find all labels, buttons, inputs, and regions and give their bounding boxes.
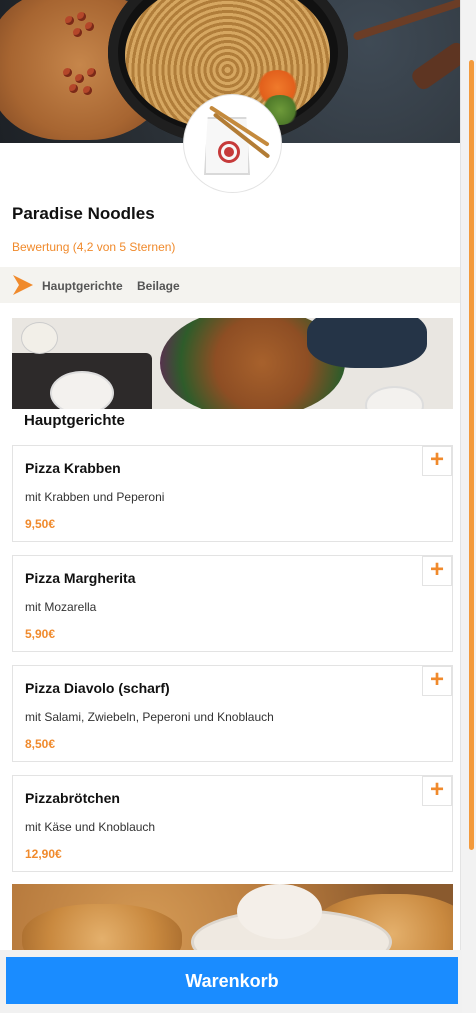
bowl xyxy=(367,388,422,409)
menu-item-price: 12,90€ xyxy=(25,847,62,861)
menu-item-description: mit Mozarella xyxy=(25,600,97,614)
menu-item-description: mit Käse und Knoblauch xyxy=(25,820,156,834)
add-to-cart-button[interactable]: + xyxy=(422,666,452,696)
twig-decoration xyxy=(409,39,462,93)
arrow-right-icon[interactable] xyxy=(12,274,34,296)
restaurant-logo xyxy=(184,95,281,192)
menu-item-name: Pizza Krabben xyxy=(25,460,121,476)
restaurant-rating[interactable]: Bewertung (4,2 von 5 Sternen) xyxy=(12,240,175,254)
sauce-dish xyxy=(307,318,427,368)
scrollbar-thumb[interactable] xyxy=(469,60,474,850)
section-title: Hauptgerichte xyxy=(24,412,125,429)
add-to-cart-button[interactable]: + xyxy=(422,776,452,806)
cart-button[interactable]: Warenkorb xyxy=(6,957,458,1004)
garlic xyxy=(22,323,57,353)
restaurant-name: Paradise Noodles xyxy=(12,204,155,223)
section-banner-image xyxy=(12,318,453,409)
bowl xyxy=(52,373,112,409)
menu-item-price: 5,90€ xyxy=(25,627,56,641)
add-to-cart-button[interactable]: + xyxy=(422,556,452,586)
menu-item-name: Pizza Diavolo (scharf) xyxy=(25,680,170,696)
add-to-cart-button[interactable]: + xyxy=(422,446,452,476)
sauce xyxy=(237,884,322,939)
menu-item-description: mit Salami, Zwiebeln, Peperoni und Knobl… xyxy=(25,710,274,724)
menu-item-card[interactable]: Pizzabrötchen mit Käse und Knoblauch 12,… xyxy=(12,775,453,872)
section-banner-image xyxy=(12,884,453,954)
twig-decoration xyxy=(352,0,462,41)
menu-item-name: Pizzabrötchen xyxy=(25,790,120,806)
berry-decoration xyxy=(55,10,110,105)
menu-item-price: 9,50€ xyxy=(25,517,56,531)
fried-food xyxy=(22,904,182,954)
category-tab-hauptgerichte[interactable]: Hauptgerichte xyxy=(42,279,123,293)
menu-item-card[interactable]: Pizza Krabben mit Krabben und Peperoni 9… xyxy=(12,445,453,542)
menu-item-description: mit Krabben und Peperoni xyxy=(25,490,165,504)
category-tab-beilage[interactable]: Beilage xyxy=(137,279,180,293)
menu-item-name: Pizza Margherita xyxy=(25,570,136,586)
menu-item-price: 8,50€ xyxy=(25,737,56,751)
menu-item-card[interactable]: Pizza Diavolo (scharf) mit Salami, Zwieb… xyxy=(12,665,453,762)
menu-item-card[interactable]: Pizza Margherita mit Mozarella 5,90€ + xyxy=(12,555,453,652)
logo-emblem-center xyxy=(224,147,234,157)
